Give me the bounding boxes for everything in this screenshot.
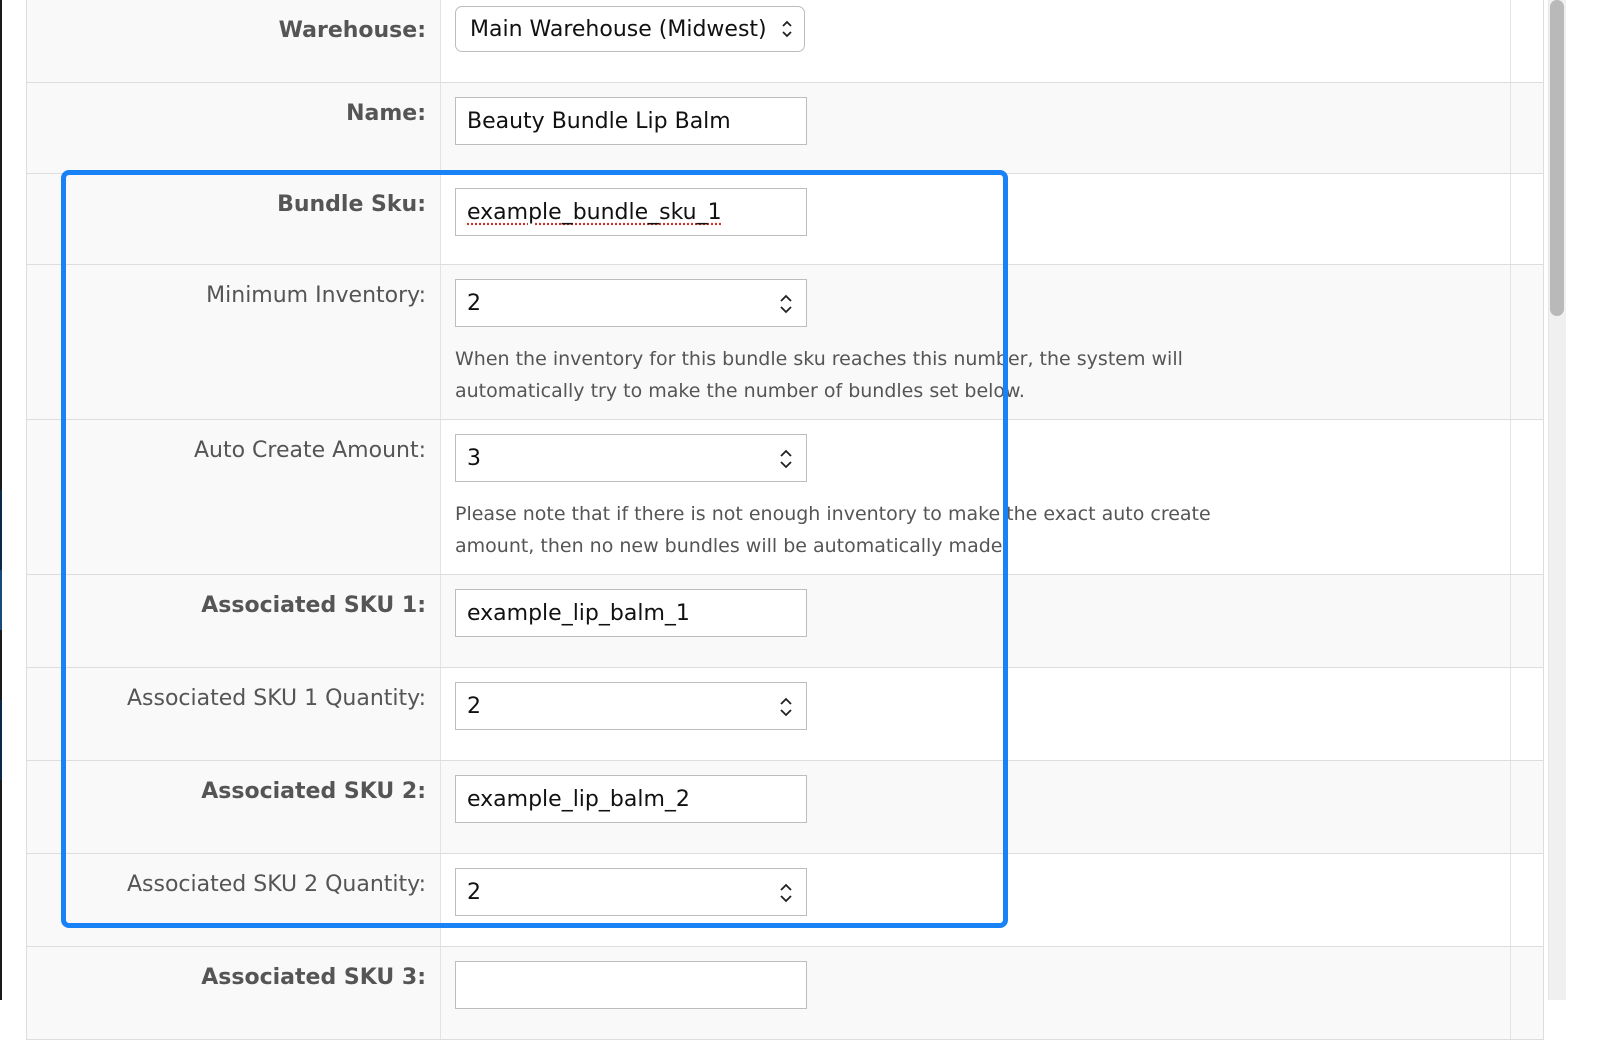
- associated-sku-2-input-value: example_lip_balm_2: [467, 786, 690, 812]
- associated-sku-2-value-cell: example_lip_balm_2: [441, 761, 1543, 853]
- form-row-name: Name: Beauty Bundle Lip Balm: [27, 83, 1543, 174]
- associated-sku-1-quantity-input-value: 2: [467, 693, 481, 719]
- associated-sku-2-input[interactable]: example_lip_balm_2: [455, 775, 807, 823]
- associated-sku-3-label: Associated SKU 3:: [27, 947, 441, 1039]
- associated-sku-3-input[interactable]: [455, 961, 807, 1009]
- minimum-inventory-input[interactable]: 2: [455, 279, 807, 327]
- auto-create-amount-label: Auto Create Amount:: [27, 420, 441, 574]
- name-input[interactable]: Beauty Bundle Lip Balm: [455, 97, 807, 145]
- minimum-inventory-value-cell: 2 When the inventory for this bundle sku…: [441, 265, 1543, 419]
- form-row-auto-create-amount: Auto Create Amount: 3 Please note that i…: [27, 420, 1543, 575]
- form-row-bundle-sku: Bundle Sku: example_bundle_sku_1: [27, 174, 1543, 265]
- minimum-inventory-input-value: 2: [467, 290, 481, 316]
- form-row-associated-sku-2: Associated SKU 2: example_lip_balm_2: [27, 761, 1543, 854]
- minimum-inventory-help-text: When the inventory for this bundle sku r…: [455, 348, 1183, 402]
- associated-sku-1-value-cell: example_lip_balm_1: [441, 575, 1543, 667]
- associated-sku-1-input[interactable]: example_lip_balm_1: [455, 589, 807, 637]
- auto-create-amount-input-value: 3: [467, 445, 481, 471]
- bundle-form: Warehouse: Main Warehouse (Midwest) Name…: [26, 0, 1544, 1040]
- form-row-associated-sku-1: Associated SKU 1: example_lip_balm_1: [27, 575, 1543, 668]
- stepper-arrows-icon[interactable]: [778, 446, 794, 472]
- form-row-associated-sku-1-quantity: Associated SKU 1 Quantity: 2: [27, 668, 1543, 761]
- warehouse-select[interactable]: Main Warehouse (Midwest): [455, 6, 805, 52]
- warehouse-selected-value: Main Warehouse (Midwest): [470, 16, 767, 42]
- stepper-arrows-icon[interactable]: [778, 291, 794, 317]
- warehouse-value-cell: Main Warehouse (Midwest): [441, 0, 1543, 82]
- bundle-sku-input[interactable]: example_bundle_sku_1: [455, 188, 807, 236]
- name-label: Name:: [27, 83, 441, 173]
- form-row-associated-sku-2-quantity: Associated SKU 2 Quantity: 2: [27, 854, 1543, 947]
- stepper-arrows-icon[interactable]: [778, 880, 794, 906]
- associated-sku-2-label: Associated SKU 2:: [27, 761, 441, 853]
- associated-sku-1-quantity-label: Associated SKU 1 Quantity:: [27, 668, 441, 760]
- name-value-cell: Beauty Bundle Lip Balm: [441, 83, 1543, 173]
- auto-create-amount-value-cell: 3 Please note that if there is not enoug…: [441, 420, 1543, 574]
- associated-sku-3-value-cell: [441, 947, 1543, 1039]
- warehouse-label: Warehouse:: [27, 0, 441, 82]
- associated-sku-1-quantity-value-cell: 2: [441, 668, 1543, 760]
- chevron-up-down-icon: [782, 20, 792, 38]
- vertical-scrollbar-thumb[interactable]: [1550, 0, 1564, 316]
- window-left-edge: [0, 0, 2, 1000]
- bundle-sku-label: Bundle Sku:: [27, 174, 441, 264]
- bundle-sku-input-value: example_bundle_sku_1: [467, 199, 722, 225]
- form-row-minimum-inventory: Minimum Inventory: 2 When the inventory …: [27, 265, 1543, 420]
- associated-sku-1-input-value: example_lip_balm_1: [467, 600, 690, 626]
- bundle-sku-value-cell: example_bundle_sku_1: [441, 174, 1543, 264]
- associated-sku-2-quantity-input-value: 2: [467, 879, 481, 905]
- name-input-value: Beauty Bundle Lip Balm: [467, 108, 731, 134]
- associated-sku-1-quantity-input[interactable]: 2: [455, 682, 807, 730]
- window-right-margin: [1566, 0, 1600, 1000]
- associated-sku-2-quantity-value-cell: 2: [441, 854, 1543, 946]
- associated-sku-2-quantity-label: Associated SKU 2 Quantity:: [27, 854, 441, 946]
- minimum-inventory-label: Minimum Inventory:: [27, 265, 441, 419]
- associated-sku-1-label: Associated SKU 1:: [27, 575, 441, 667]
- auto-create-amount-help-text: Please note that if there is not enough …: [455, 503, 1211, 557]
- associated-sku-2-quantity-input[interactable]: 2: [455, 868, 807, 916]
- form-row-warehouse: Warehouse: Main Warehouse (Midwest): [27, 0, 1543, 83]
- stepper-arrows-icon[interactable]: [778, 694, 794, 720]
- auto-create-amount-input[interactable]: 3: [455, 434, 807, 482]
- form-row-associated-sku-3: Associated SKU 3:: [27, 947, 1543, 1040]
